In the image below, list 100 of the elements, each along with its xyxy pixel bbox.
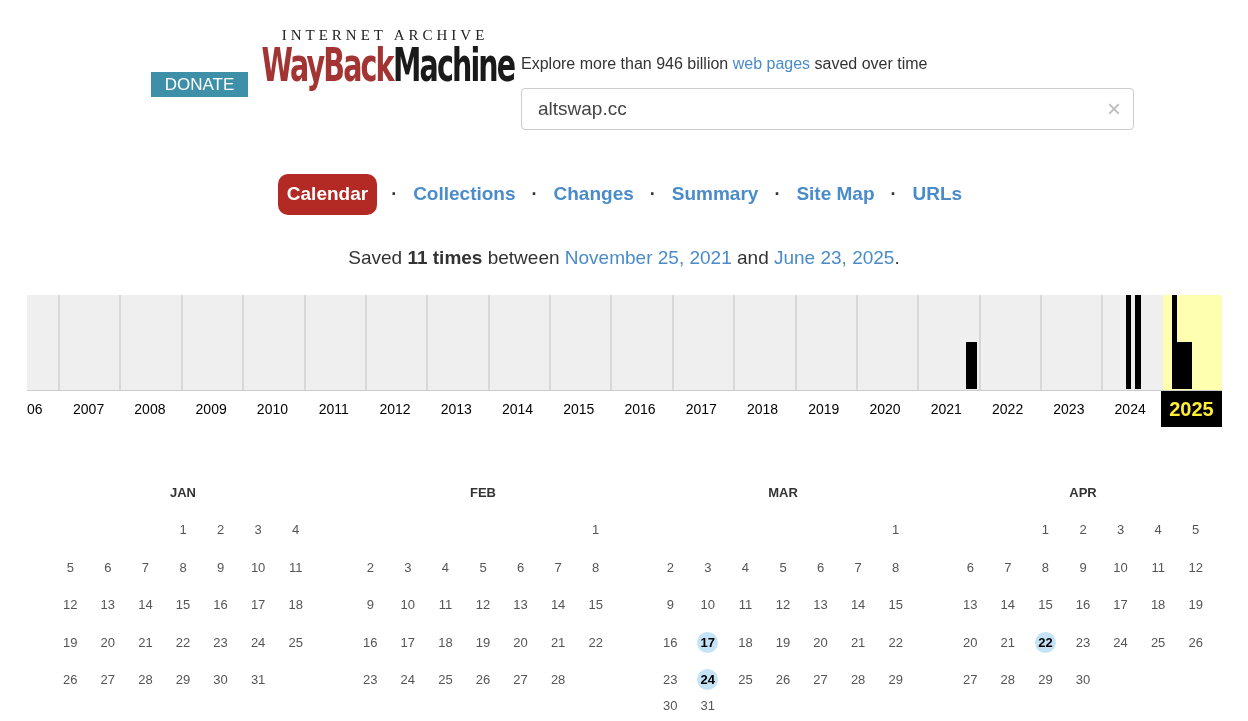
- calendar-day: 7: [854, 557, 862, 577]
- calendar-day: 23: [213, 632, 228, 652]
- year-label[interactable]: 2020: [869, 398, 901, 420]
- calendar-day: 28: [550, 670, 566, 690]
- year-column[interactable]: [917, 295, 979, 390]
- calendar-day: 13: [963, 595, 978, 615]
- calendar-day: 14: [550, 595, 566, 615]
- calendar-day: 20: [813, 632, 828, 652]
- calendar-day[interactable]: 22: [1034, 631, 1056, 653]
- calendar-day: 21: [1000, 632, 1016, 652]
- calendar-day: 28: [1000, 670, 1016, 690]
- year-label[interactable]: 2009: [195, 398, 227, 420]
- calendar-day: 3: [1116, 520, 1125, 540]
- nav-tab[interactable]: Summary: [669, 180, 761, 209]
- web-pages-link[interactable]: web pages: [732, 55, 811, 72]
- calendar-day: 16: [213, 595, 228, 615]
- calendar-day: 16: [663, 632, 678, 652]
- calendar-day: 31: [250, 670, 266, 690]
- calendar-day: 11: [1151, 557, 1165, 577]
- month-title: JAN: [170, 484, 196, 499]
- calendar-day: 24: [400, 670, 416, 690]
- capture-summary: Saved 11 times between November 25, 2021 and June 23, 2025.: [347, 246, 901, 270]
- calendar-day: 13: [100, 595, 116, 615]
- calendar-day: 2: [666, 557, 674, 577]
- calendar-day: 12: [475, 595, 491, 615]
- nav-tab[interactable]: Site Map: [794, 180, 877, 209]
- calendar-day: 22: [588, 632, 603, 652]
- calendar-day: 17: [1113, 595, 1128, 615]
- calendar-day: 11: [288, 557, 303, 577]
- calendar-day: 22: [175, 632, 191, 652]
- calendar-day: 3: [704, 557, 712, 577]
- calendar-day: 5: [479, 557, 487, 577]
- calendar-day: 13: [513, 595, 528, 615]
- calendar-day: 24: [1113, 632, 1128, 652]
- year-label[interactable]: 2007: [73, 398, 105, 420]
- calendar-day[interactable]: 17: [697, 631, 719, 653]
- nav-tab[interactable]: Calendar: [277, 174, 378, 215]
- calendar-day: 25: [438, 670, 453, 690]
- calendar-day: 1: [892, 520, 900, 540]
- year-label[interactable]: 2022: [992, 398, 1024, 420]
- calendar-day: 26: [775, 670, 791, 690]
- calendar-day: 30: [213, 670, 228, 690]
- calendar-day: 26: [475, 670, 491, 690]
- year-label[interactable]: 2017: [685, 398, 717, 420]
- calendar-day: 18: [738, 632, 753, 652]
- year-label[interactable]: 2023: [1053, 398, 1085, 420]
- calendar-day: 18: [288, 595, 303, 615]
- nav-tab[interactable]: Collections: [411, 180, 518, 209]
- month-title: MAR: [768, 484, 798, 499]
- year-label[interactable]: 2008: [134, 398, 166, 420]
- calendar-day: 14: [850, 595, 866, 615]
- year-label[interactable]: 2010: [256, 398, 288, 420]
- calendar-day: 14: [138, 595, 153, 615]
- search-field[interactable]: altswap.cc ×: [521, 88, 1134, 130]
- calendar-day: 11: [738, 595, 753, 615]
- year-label[interactable]: 2019: [808, 398, 840, 420]
- calendar-day: 7: [554, 557, 562, 577]
- calendar-day: 19: [63, 632, 78, 652]
- calendar-day: 30: [1075, 670, 1091, 690]
- year-label[interactable]: 2021: [930, 398, 962, 420]
- year-label[interactable]: 2024: [1114, 398, 1146, 420]
- calendar-day: 27: [100, 670, 116, 690]
- donate-button[interactable]: DONATE: [151, 72, 248, 97]
- year-label[interactable]: 2025: [1160, 391, 1223, 427]
- calendar-day: 21: [850, 632, 866, 652]
- year-label[interactable]: 2013: [440, 398, 472, 420]
- calendar-day: 23: [1075, 632, 1091, 652]
- calendar-day: 22: [888, 632, 903, 652]
- calendar-day: 6: [816, 557, 825, 577]
- calendar-day: 30: [663, 696, 678, 716]
- calendar-day: 21: [550, 632, 566, 652]
- year-label[interactable]: 2012: [379, 398, 411, 420]
- calendar-day: 29: [1038, 670, 1053, 690]
- first-capture-link[interactable]: November 25, 2021: [564, 247, 732, 268]
- calendar-day: 17: [250, 595, 266, 615]
- calendar-day: 3: [404, 557, 412, 577]
- calendar-day[interactable]: 24: [697, 669, 719, 691]
- calendar-day: 21: [138, 632, 153, 652]
- separator-dot: ·: [391, 183, 398, 206]
- year-label[interactable]: 2018: [746, 398, 779, 420]
- year-label[interactable]: 2011: [318, 398, 349, 420]
- calendar-day: 10: [250, 557, 266, 577]
- logo-subtitle: INTERNET ARCHIVE: [281, 26, 489, 44]
- separator-dot: ·: [890, 183, 897, 206]
- nav-tab[interactable]: Changes: [551, 180, 636, 209]
- calendar-day: 12: [63, 595, 78, 615]
- calendar-day: 20: [100, 632, 116, 652]
- calendar-day: 15: [888, 595, 903, 615]
- calendar-day: 15: [588, 595, 603, 615]
- last-capture-link[interactable]: June 23, 2025: [774, 247, 895, 268]
- calendar-day: 12: [775, 595, 791, 615]
- calendar-day: 1: [1041, 520, 1050, 540]
- nav-tab[interactable]: URLs: [910, 180, 965, 209]
- year-label[interactable]: 2014: [501, 398, 534, 420]
- calendar-day: 1: [592, 520, 600, 540]
- separator-dot: ·: [774, 183, 781, 206]
- year-label[interactable]: 2015: [563, 398, 595, 420]
- calendar-day: 19: [775, 632, 791, 652]
- year-label[interactable]: 06: [27, 398, 43, 420]
- year-label[interactable]: 2016: [624, 398, 656, 420]
